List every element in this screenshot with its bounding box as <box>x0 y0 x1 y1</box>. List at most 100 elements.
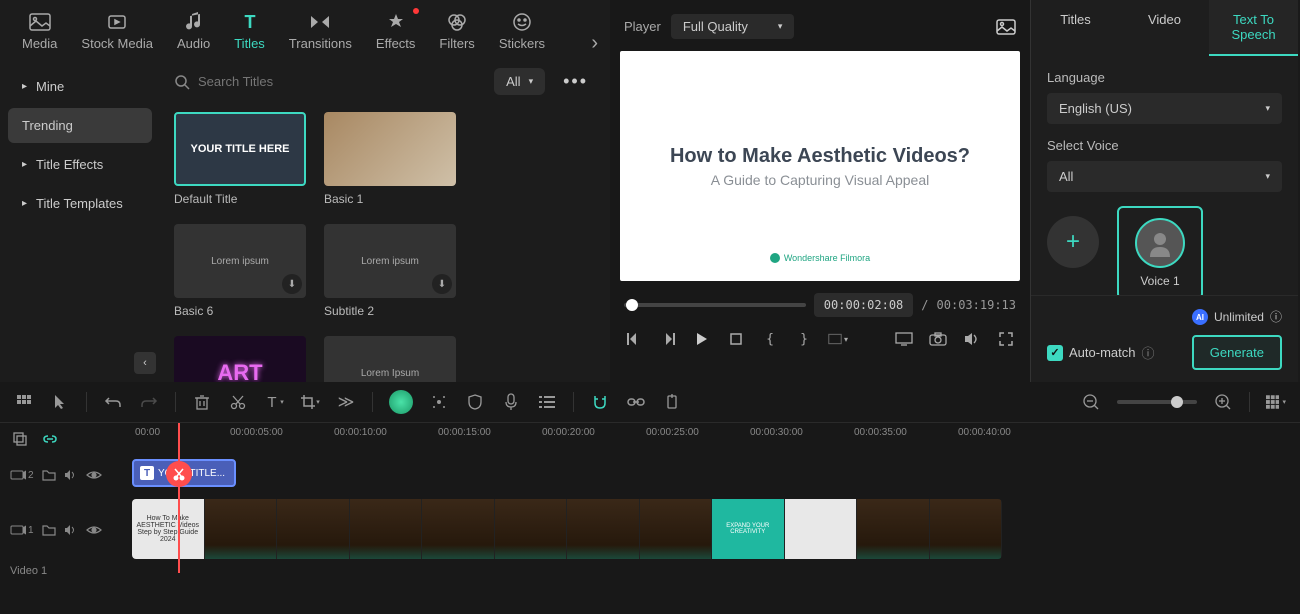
tab-titles[interactable]: TTitles <box>224 6 275 55</box>
title-thumbnail[interactable]: Lorem ipsum⬇ <box>324 224 456 298</box>
voice-filter-select[interactable]: All▾ <box>1047 161 1282 192</box>
track-lock-icon[interactable]: 2 <box>10 469 34 481</box>
view-mode-icon[interactable]: ▾ <box>1266 392 1286 412</box>
automatch-checkbox[interactable]: ✓ Auto-match ⓘ <box>1047 343 1155 362</box>
tab-filters[interactable]: Filters <box>429 6 484 55</box>
collapse-sidebar-button[interactable]: ‹ <box>134 352 156 374</box>
title-thumbnail[interactable]: Lorem Ipsum <box>324 336 456 382</box>
notification-dot <box>413 8 419 14</box>
title-card[interactable]: ART <box>174 336 306 382</box>
more-options-button[interactable]: ••• <box>555 67 596 96</box>
shield-icon[interactable] <box>465 392 485 412</box>
link-icon[interactable] <box>626 392 646 412</box>
track-mute-icon[interactable] <box>64 469 78 481</box>
generate-button[interactable]: Generate <box>1192 335 1282 370</box>
right-tab-tts[interactable]: Text To Speech <box>1209 0 1298 56</box>
tab-stock-media[interactable]: Stock Media <box>71 6 163 55</box>
title-thumbnail[interactable]: ART <box>174 336 306 382</box>
magnet-icon[interactable] <box>590 392 610 412</box>
filter-dropdown[interactable]: All▾ <box>494 68 545 95</box>
tab-audio[interactable]: Audio <box>167 6 220 55</box>
info-icon[interactable]: ⓘ <box>1270 308 1282 325</box>
prev-frame-icon[interactable] <box>624 329 644 349</box>
language-select[interactable]: English (US)▾ <box>1047 93 1282 124</box>
track-folder-icon[interactable] <box>42 469 56 481</box>
info-icon[interactable]: ⓘ <box>1141 343 1154 362</box>
next-frame-icon[interactable] <box>658 329 678 349</box>
snapshot-icon[interactable] <box>996 19 1016 35</box>
video-clip[interactable]: How To Make AESTHETIC VideosStep by Step… <box>132 499 1002 559</box>
zoom-slider[interactable] <box>1117 400 1197 404</box>
sidebar-mine[interactable]: ▸Mine <box>8 69 152 104</box>
sidebar-trending[interactable]: Trending <box>8 108 152 143</box>
ratio-icon[interactable]: ▾ <box>828 329 848 349</box>
language-label: Language <box>1047 70 1282 85</box>
cut-icon[interactable] <box>228 392 248 412</box>
right-tab-titles[interactable]: Titles <box>1031 0 1120 56</box>
track-link-icon[interactable] <box>40 429 60 449</box>
display-icon[interactable] <box>894 329 914 349</box>
title-track-row: 2 T YOUR TITLE... <box>0 455 1300 495</box>
title-thumbnail[interactable]: YOUR TITLE HERE <box>174 112 306 186</box>
tabs-scroll-right[interactable]: › <box>591 32 598 55</box>
mark-out-icon[interactable]: } <box>794 329 814 349</box>
sidebar-title-effects[interactable]: ▸Title Effects <box>8 147 152 182</box>
download-icon[interactable]: ⬇ <box>432 274 452 294</box>
title-card[interactable]: Lorem ipsum⬇ Subtitle 2 <box>324 224 456 318</box>
chevron-down-icon: ▾ <box>529 76 534 87</box>
zoom-handle[interactable] <box>1171 396 1183 408</box>
timeline-ruler[interactable]: 00:00 00:00:05:00 00:00:10:00 00:00:15:0… <box>130 423 1300 453</box>
tab-transitions[interactable]: Transitions <box>279 6 362 55</box>
zoom-in-icon[interactable] <box>1213 392 1233 412</box>
stop-icon[interactable] <box>726 329 746 349</box>
zoom-out-icon[interactable] <box>1081 392 1101 412</box>
tab-effects[interactable]: Effects <box>366 6 426 55</box>
track-visible-icon[interactable] <box>86 525 102 535</box>
title-card[interactable]: Basic 1 <box>324 112 456 206</box>
download-icon[interactable]: ⬇ <box>282 274 302 294</box>
tab-stickers[interactable]: Stickers <box>489 6 555 55</box>
camera-icon[interactable] <box>928 329 948 349</box>
track-layers-icon[interactable] <box>10 429 30 449</box>
redo-icon[interactable] <box>139 392 159 412</box>
play-icon[interactable] <box>692 329 712 349</box>
add-voice-button[interactable]: + <box>1047 216 1099 268</box>
title-card[interactable]: Lorem Ipsum <box>324 336 456 382</box>
more-tools-icon[interactable]: ≫ <box>336 392 356 412</box>
seek-handle[interactable] <box>626 299 638 311</box>
ai-assistant-button[interactable] <box>389 390 413 414</box>
crop-icon[interactable]: ▾ <box>300 392 320 412</box>
track-folder-icon[interactable] <box>42 524 56 536</box>
seek-bar[interactable] <box>624 303 806 307</box>
playhead[interactable] <box>178 423 180 573</box>
title-thumbnail[interactable] <box>324 112 456 186</box>
preview-canvas[interactable]: How to Make Aesthetic Videos? A Guide to… <box>620 51 1020 281</box>
grid-icon[interactable] <box>14 392 34 412</box>
cursor-icon[interactable] <box>50 392 70 412</box>
mark-in-icon[interactable]: { <box>760 329 780 349</box>
track-mute-icon[interactable] <box>64 524 78 536</box>
list-icon[interactable] <box>537 392 557 412</box>
title-card[interactable]: Lorem ipsum⬇ Basic 6 <box>174 224 306 318</box>
track-lock-icon[interactable]: 1 <box>10 524 34 536</box>
undo-icon[interactable] <box>103 392 123 412</box>
right-tab-video[interactable]: Video <box>1120 0 1209 56</box>
sidebar-title-templates[interactable]: ▸Title Templates <box>8 186 152 221</box>
selected-voice-card[interactable]: Voice 1 <box>1117 206 1203 295</box>
chevron-down-icon: ▾ <box>1265 103 1270 114</box>
track-visible-icon[interactable] <box>86 470 102 480</box>
voice-name: Voice 1 <box>1140 274 1179 288</box>
mic-icon[interactable] <box>501 392 521 412</box>
search-input[interactable] <box>198 74 484 89</box>
svg-text:AI: AI <box>1196 313 1204 322</box>
delete-icon[interactable] <box>192 392 212 412</box>
sparkle-icon[interactable] <box>429 392 449 412</box>
title-card[interactable]: YOUR TITLE HERE Default Title <box>174 112 306 206</box>
marker-icon[interactable] <box>662 392 682 412</box>
tab-media[interactable]: Media <box>12 6 67 55</box>
volume-icon[interactable] <box>962 329 982 349</box>
text-icon[interactable]: T▾ <box>264 392 284 412</box>
quality-dropdown[interactable]: Full Quality▾ <box>671 14 795 39</box>
fullscreen-icon[interactable] <box>996 329 1016 349</box>
title-thumbnail[interactable]: Lorem ipsum⬇ <box>174 224 306 298</box>
